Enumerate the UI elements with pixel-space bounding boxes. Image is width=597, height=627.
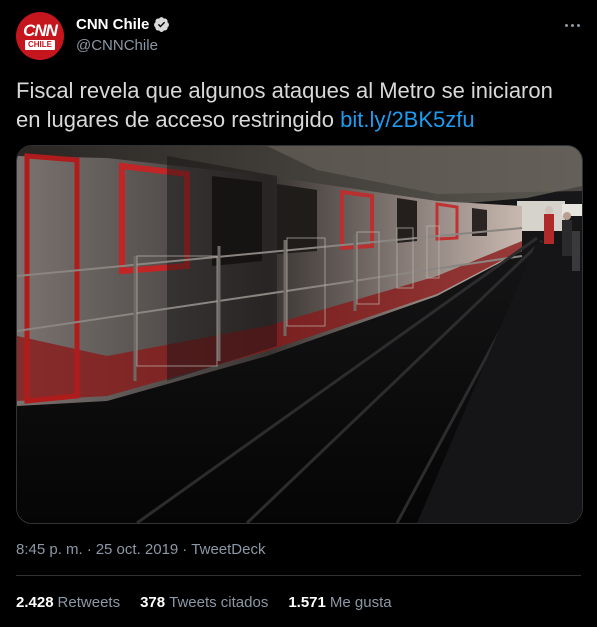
quotes-count: 378 — [140, 594, 166, 611]
divider — [16, 575, 581, 576]
tweet-detail: CNN CHILE CNN Chile @CNNChile Fiscal rev… — [0, 0, 597, 627]
tweet-stats: 2.428 Retweets 378 Tweets citados 1.571 … — [16, 594, 392, 611]
tweet-text: Fiscal revela que algunos ataques al Met… — [16, 76, 581, 134]
more-options-icon[interactable] — [561, 14, 583, 36]
verified-badge-icon — [153, 16, 170, 33]
tweet-link[interactable]: bit.ly/2BK5zfu — [340, 107, 475, 132]
retweets-label: Retweets — [57, 594, 121, 611]
avatar-sub-text: CHILE — [25, 39, 55, 50]
meta-separator: · — [182, 541, 188, 558]
likes-label: Me gusta — [329, 594, 392, 611]
tweet-source[interactable]: TweetDeck — [191, 541, 265, 558]
author-handle[interactable]: @CNNChile — [76, 37, 158, 54]
tweet-date[interactable]: 25 oct. 2019 — [96, 541, 179, 558]
likes-stat[interactable]: 1.571 Me gusta — [288, 594, 391, 611]
quotes-label: Tweets citados — [169, 594, 269, 611]
tweet-meta: 8:45 p. m. · 25 oct. 2019 · TweetDeck — [16, 541, 265, 558]
tweet-time[interactable]: 8:45 p. m. — [16, 541, 83, 558]
likes-count: 1.571 — [288, 594, 326, 611]
retweets-stat[interactable]: 2.428 Retweets — [16, 594, 120, 611]
retweets-count: 2.428 — [16, 594, 54, 611]
avatar-logo-text: CNN — [23, 20, 58, 40]
author-display-name[interactable]: CNN Chile — [76, 16, 149, 33]
meta-separator: · — [86, 541, 92, 558]
author-name-row[interactable]: CNN Chile — [76, 16, 170, 33]
quotes-stat[interactable]: 378 Tweets citados — [140, 594, 268, 611]
tweet-photo[interactable] — [16, 145, 583, 524]
metro-burned-train-photo — [17, 146, 582, 523]
avatar[interactable]: CNN CHILE — [16, 12, 64, 60]
